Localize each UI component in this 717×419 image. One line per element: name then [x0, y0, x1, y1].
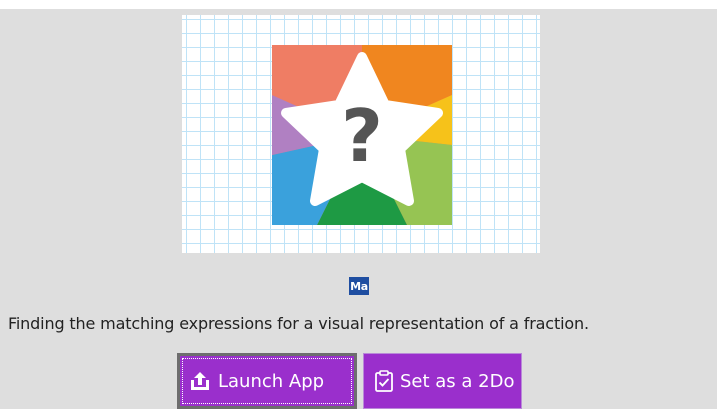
app-description: Finding the matching expressions for a v…: [8, 314, 589, 333]
set-as-2do-button[interactable]: Set as a 2Do: [363, 353, 522, 409]
svg-text:?: ?: [341, 94, 383, 178]
app-card: ? Ma Finding the matching expressions fo…: [0, 9, 717, 409]
launch-app-button[interactable]: Launch App: [177, 353, 357, 409]
question-star-icon: ?: [272, 45, 452, 225]
upload-icon: [191, 372, 209, 390]
clipboard-check-icon: [375, 370, 393, 392]
subject-badge-maths: Ma: [349, 277, 369, 295]
launch-app-label: Launch App: [218, 370, 325, 392]
set-as-2do-label: Set as a 2Do: [400, 370, 515, 392]
app-thumbnail-grid[interactable]: ?: [182, 15, 540, 253]
